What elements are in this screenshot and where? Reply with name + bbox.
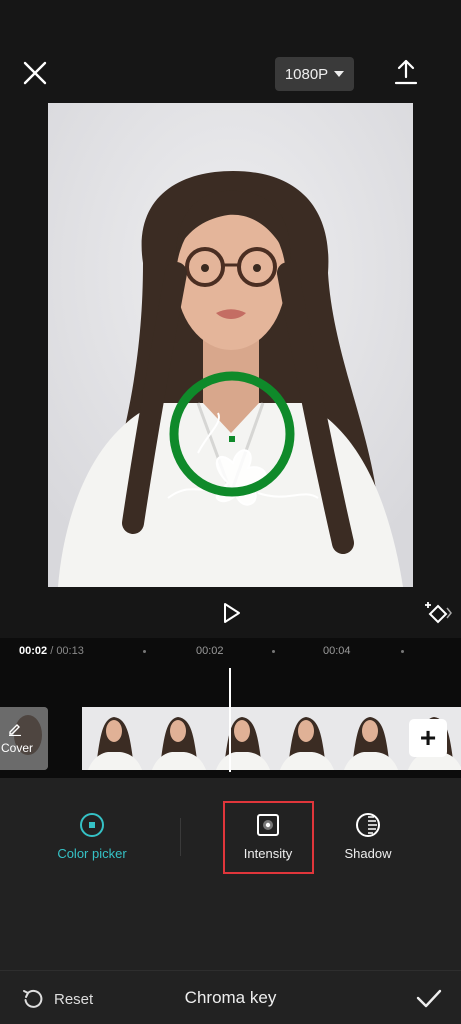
- resolution-dropdown[interactable]: 1080P: [275, 57, 354, 91]
- current-time: 00:02: [19, 645, 48, 657]
- tick-label: 00:02: [196, 645, 224, 657]
- clip-strip[interactable]: [82, 707, 461, 770]
- caret-down-icon: [334, 71, 345, 77]
- edit-icon: [9, 724, 21, 736]
- close-icon[interactable]: [20, 58, 50, 88]
- cover-label: Cover: [0, 741, 33, 755]
- video-preview[interactable]: [48, 103, 413, 587]
- clip-frame: [146, 707, 210, 770]
- shadow-icon: [356, 813, 380, 837]
- checkmark-icon[interactable]: [416, 985, 442, 1011]
- divider: [180, 818, 181, 856]
- tool-label: Color picker: [57, 846, 127, 861]
- tool-shadow[interactable]: Shadow: [333, 812, 403, 861]
- clip-frame: [82, 707, 146, 770]
- panel-title: Chroma key: [184, 988, 277, 1007]
- tick-dot: [272, 650, 275, 653]
- clip-frame: [274, 707, 338, 770]
- top-bar: [0, 0, 461, 100]
- play-icon[interactable]: [218, 600, 244, 626]
- clip-frame: [338, 707, 402, 770]
- time-readout: 00:02 / 00:13: [19, 645, 84, 657]
- tool-color-picker[interactable]: Color picker: [48, 812, 136, 861]
- total-time: / 00:13: [50, 645, 84, 657]
- add-clip-button[interactable]: +: [409, 719, 447, 757]
- clip-frame: [210, 707, 274, 770]
- cover-button[interactable]: [0, 707, 48, 770]
- export-icon[interactable]: [393, 57, 419, 87]
- resolution-label: 1080P: [284, 65, 329, 83]
- tick-dot: [401, 650, 404, 653]
- tick-label: 00:04: [323, 645, 351, 657]
- playhead[interactable]: [229, 668, 231, 772]
- keyframe-add-icon[interactable]: [424, 600, 452, 626]
- color-picker-icon: [80, 813, 104, 837]
- selection-highlight: [223, 801, 314, 874]
- tick-dot: [143, 650, 146, 653]
- tool-label: Shadow: [344, 846, 392, 861]
